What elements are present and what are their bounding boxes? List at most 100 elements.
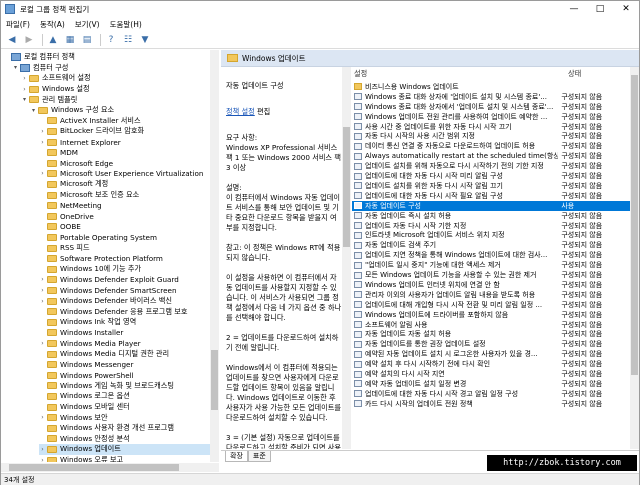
tree-node[interactable]: Windows 안정성 분석 xyxy=(39,434,210,445)
edit-policy-link[interactable]: 정책 설정 xyxy=(226,107,255,116)
setting-row[interactable]: 업데이트 자동 다시 시작 기한 지정 구성되지 않음 xyxy=(352,221,630,231)
show-tree-icon[interactable]: ▦ xyxy=(63,33,77,47)
tab-extended[interactable]: 확장 xyxy=(225,451,248,462)
setting-row[interactable]: 업데이트에 대한 자동 다시 시작 경고 알림 일정 구성 구성되지 않음 xyxy=(352,389,630,399)
tree-node[interactable]: Software Protection Platform xyxy=(39,253,210,264)
expand-arrow-icon[interactable]: › xyxy=(39,414,46,421)
tree-node[interactable]: › Windows 업데이트 xyxy=(39,444,210,455)
tree-node[interactable]: NetMeeting xyxy=(39,200,210,211)
tree-node[interactable]: RSS 피드 xyxy=(39,243,210,254)
tree-node[interactable]: Windows Messenger xyxy=(39,359,210,370)
tree-node[interactable]: Microsoft Edge xyxy=(39,158,210,169)
folder-up-icon[interactable]: ▲ xyxy=(46,33,60,47)
expand-arrow-icon[interactable]: › xyxy=(39,128,46,135)
tree-node[interactable]: 로컬 컴퓨터 정책 xyxy=(3,52,210,63)
expand-arrow-icon[interactable]: ▾ xyxy=(12,64,19,71)
setting-row[interactable]: 자동 업데이트 즉시 설치 허용 구성되지 않음 xyxy=(352,211,630,221)
setting-row[interactable]: 예약 자동 업데이트 설치 일정 변경 구성되지 않음 xyxy=(352,379,630,389)
tree-node[interactable]: Microsoft 보조 인증 요소 xyxy=(39,190,210,201)
expand-arrow-icon[interactable]: › xyxy=(39,457,46,462)
setting-row[interactable]: 소프트웨어 알림 사용 구성되지 않음 xyxy=(352,320,630,330)
tree-node[interactable]: ActiveX Installer 서비스 xyxy=(39,116,210,127)
tree-node[interactable]: Windows 로그온 옵션 xyxy=(39,391,210,402)
expand-arrow-icon[interactable]: › xyxy=(39,276,46,283)
tree-node[interactable]: MDM xyxy=(39,147,210,158)
forward-arrow-icon[interactable]: ▶ xyxy=(22,33,36,47)
tree-node[interactable]: ▾ Windows 구성 요소 xyxy=(30,105,210,116)
tree-node[interactable]: › Windows Media Player xyxy=(39,338,210,349)
tree-node[interactable]: › Microsoft User Experience Virtualizatio… xyxy=(39,169,210,180)
setting-row[interactable]: Windows 종료 대화 상자에 '업데이트 설치 및 시스템 종료'... 구… xyxy=(352,92,630,102)
export-list-icon[interactable]: ▤ xyxy=(80,33,94,47)
tree-node[interactable]: OOBE xyxy=(39,222,210,233)
setting-row[interactable]: 자동 업데이트 검색 주기 구성되지 않음 xyxy=(352,240,630,250)
expand-arrow-icon[interactable]: › xyxy=(21,75,28,82)
setting-row[interactable]: 데이터 통신 연결 중 자동으로 다운로드하여 업데이트 허용 구성되지 않음 xyxy=(352,141,630,151)
setting-row[interactable]: 자동 업데이트를 통한 권장 업데이트 설정 구성되지 않음 xyxy=(352,339,630,349)
filter-icon[interactable]: ▼ xyxy=(138,33,152,47)
column-header-setting[interactable]: 설정 xyxy=(354,67,367,80)
setting-row[interactable]: 자동 다시 시작의 사용 시간 범위 지정 구성되지 않음 xyxy=(352,132,630,142)
column-header-state[interactable]: 상태 xyxy=(568,67,581,80)
tree-node[interactable]: › Windows 보안 xyxy=(39,412,210,423)
setting-row[interactable]: 예약 설치 후 다시 시작하기 전에 다시 확인 구성되지 않음 xyxy=(352,359,630,369)
tree-node[interactable]: Windows Media 디지털 권한 관리 xyxy=(39,349,210,360)
setting-row[interactable]: 업데이트 설치를 위한 자동 다시 시작 알림 끄기 구성되지 않음 xyxy=(352,181,630,191)
tree-node[interactable]: Windows 게임 녹화 및 브로드캐스팅 xyxy=(39,381,210,392)
setting-row[interactable]: 업데이트에 대한 자동 다시 시작 미리 알림 구성 구성되지 않음 xyxy=(352,171,630,181)
tree-node[interactable]: › Windows 오류 보고 xyxy=(39,455,210,462)
tree-node[interactable]: Portable Operating System xyxy=(39,232,210,243)
setting-row[interactable]: Windows 업데이트에 드라이버를 포함하지 않음 구성되지 않음 xyxy=(352,310,630,320)
setting-row[interactable]: Windows 종료 대화 상자에서 '업데이트 설치 및 시스템 종료'...… xyxy=(352,102,630,112)
setting-row[interactable]: 자동 업데이트 구성 사용 xyxy=(352,200,630,211)
tree-node[interactable]: › Internet Explorer xyxy=(39,137,210,148)
menu-view[interactable]: 보기(V) xyxy=(70,19,105,30)
tree-node[interactable]: Windows 10에 기능 추가 xyxy=(39,264,210,275)
tree-node[interactable]: › Windows 설정 xyxy=(21,84,210,95)
menu-help[interactable]: 도움말(H) xyxy=(105,19,147,30)
setting-row[interactable]: Always automatically restart at the sche… xyxy=(352,151,630,161)
setting-row[interactable]: 업데이트 지연 정책을 통해 Windows 업데이트에 대한 검사... 구성되… xyxy=(352,250,630,260)
expand-arrow-icon[interactable]: › xyxy=(39,139,46,146)
tab-standard[interactable]: 표준 xyxy=(247,451,271,462)
setting-row[interactable]: "업데이트 일시 중지" 기능에 대한 액세스 제거 구성되지 않음 xyxy=(352,260,630,270)
tree-node[interactable]: › Windows Defender SmartScreen xyxy=(39,285,210,296)
setting-row[interactable]: 업데이트에 대해 개입형 다시 시작 전환 및 미리 알림 일정 ... 구성되지… xyxy=(352,300,630,310)
setting-row[interactable]: 자동 업데이트 자동 설치 허용 구성되지 않음 xyxy=(352,330,630,340)
expand-arrow-icon[interactable]: › xyxy=(39,287,46,294)
expand-arrow-icon[interactable]: ▾ xyxy=(21,96,28,103)
description-scrollbar[interactable] xyxy=(342,67,351,449)
tree-node[interactable]: › Windows Defender 바이러스 백신 xyxy=(39,296,210,307)
tree-node[interactable]: Windows Installer xyxy=(39,328,210,339)
expand-arrow-icon[interactable]: › xyxy=(39,170,46,177)
tree-node[interactable]: Windows 사용자 환경 개선 프로그램 xyxy=(39,423,210,434)
expand-arrow-icon[interactable]: › xyxy=(39,298,46,305)
setting-row[interactable]: Windows 업데이트 인터넷 위치에 연결 안 함 구성되지 않음 xyxy=(352,280,630,290)
setting-row[interactable]: 인트라넷 Microsoft 업데이트 서비스 위치 지정 구성되지 않음 xyxy=(352,231,630,241)
setting-row[interactable]: 예약 설치의 다시 시작 지연 구성되지 않음 xyxy=(352,369,630,379)
menu-action[interactable]: 동작(A) xyxy=(35,19,70,30)
tree-node[interactable]: Windows Ink 작업 영역 xyxy=(39,317,210,328)
list-vertical-scrollbar[interactable] xyxy=(630,67,639,449)
expand-arrow-icon[interactable]: › xyxy=(21,86,28,93)
minimize-icon[interactable]: — xyxy=(561,1,587,17)
setting-row[interactable]: 업데이트에 대한 자동 다시 시작 필요 알림 구성 구성되지 않음 xyxy=(352,191,630,201)
setting-row[interactable]: 모든 Windows 업데이트 기능을 사용할 수 있는 권한 제거 구성되지 않… xyxy=(352,270,630,280)
setting-row[interactable]: Windows 업데이트 전원 관리를 사용하여 업데이트 예약한 ... 구성되… xyxy=(352,112,630,122)
tree-node[interactable]: ▾ 컴퓨터 구성 xyxy=(12,63,210,74)
tree-node[interactable]: ▾ 관리 템플릿 xyxy=(21,94,210,105)
tree-node[interactable]: › Windows Defender Exploit Guard xyxy=(39,275,210,286)
tree-node[interactable]: › 소프트웨어 설정 xyxy=(21,73,210,84)
setting-row[interactable]: 예약된 자동 업데이트 설치 시 로그온한 사용자가 있을 경... 구성되지 않… xyxy=(352,349,630,359)
help-icon[interactable]: ? xyxy=(104,33,118,47)
tree-node[interactable]: OneDrive xyxy=(39,211,210,222)
tree-node[interactable]: Windows Defender 응용 프로그램 보호 xyxy=(39,306,210,317)
setting-row[interactable]: 업데이트 설치를 위해 자동으로 다시 시작하기 전의 기한 지정 구성되지 않음 xyxy=(352,161,630,171)
menu-file[interactable]: 파일(F) xyxy=(1,19,35,30)
tree-vertical-scrollbar[interactable] xyxy=(210,50,219,462)
expand-arrow-icon[interactable]: › xyxy=(39,340,46,347)
maximize-icon[interactable]: □ xyxy=(587,1,613,17)
back-arrow-icon[interactable]: ◀ xyxy=(5,33,19,47)
tree-node[interactable]: Microsoft 계정 xyxy=(39,179,210,190)
setting-row[interactable]: 사용 시간 중 업데이트를 위한 자동 다시 시작 끄기 구성되지 않음 xyxy=(352,122,630,132)
